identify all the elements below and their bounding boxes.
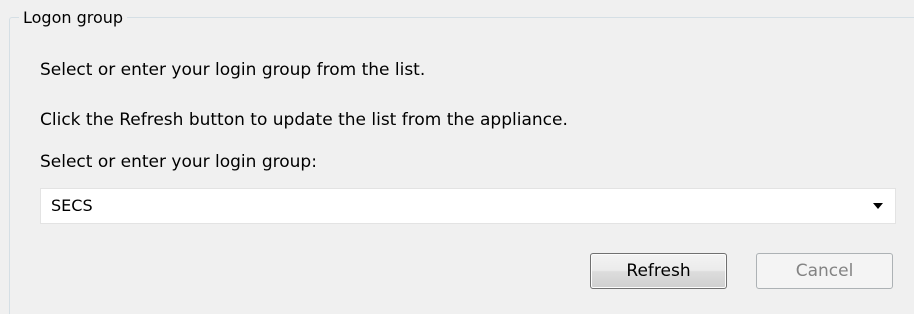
- login-group-value[interactable]: SECS: [51, 195, 93, 217]
- cancel-button[interactable]: Cancel: [756, 253, 893, 289]
- instruction-refresh-text: Click the Refresh button to update the l…: [40, 110, 568, 130]
- login-group-combobox[interactable]: SECS: [40, 188, 896, 224]
- groupbox-legend: Logon group: [19, 8, 128, 28]
- refresh-button[interactable]: Refresh: [590, 253, 727, 289]
- logon-group-panel: Logon group Select or enter your login g…: [0, 0, 914, 314]
- login-group-label: Select or enter your login group:: [40, 152, 317, 172]
- instruction-select-text: Select or enter your login group from th…: [40, 60, 426, 80]
- chevron-down-icon[interactable]: [867, 189, 889, 223]
